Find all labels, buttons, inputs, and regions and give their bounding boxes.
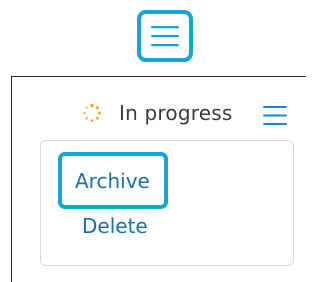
archive-menu-item[interactable]: Archive — [58, 152, 168, 209]
screen: In progress Archive Delete — [0, 0, 306, 282]
hamburger-icon — [151, 26, 179, 47]
panel-menu-button[interactable] — [262, 105, 288, 127]
menu-toggle-button[interactable] — [137, 10, 193, 62]
task-panel: In progress Archive Delete — [11, 76, 306, 282]
status-label: In progress — [119, 101, 233, 125]
delete-menu-item[interactable]: Delete — [82, 214, 148, 238]
actions-dropdown: Archive Delete — [40, 140, 294, 266]
status-row: In progress — [82, 98, 232, 128]
hamburger-icon — [263, 106, 287, 125]
loading-spinner-icon — [83, 103, 101, 122]
